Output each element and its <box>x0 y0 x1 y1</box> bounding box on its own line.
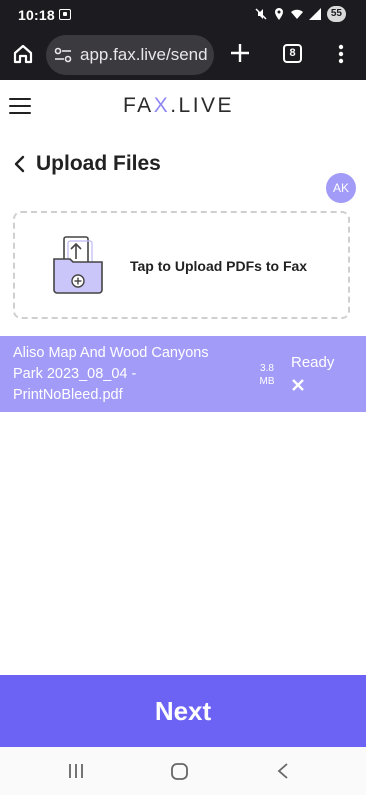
tab-switcher-icon[interactable]: 8 <box>283 44 302 63</box>
address-bar[interactable]: app.fax.live/send <box>46 35 214 75</box>
upload-folder-icon <box>53 236 103 294</box>
app-header: FAX.LIVE AK <box>0 80 366 203</box>
file-row: Aliso Map And Wood Canyons Park 2023_08_… <box>0 336 366 412</box>
battery-icon: 55 <box>326 6 346 22</box>
upload-label: Tap to Upload PDFs to Fax <box>130 258 308 274</box>
upload-dropzone[interactable]: Tap to Upload PDFs to Fax <box>13 211 350 319</box>
overflow-menu-icon[interactable] <box>338 44 344 64</box>
file-size: 3.8 MB <box>256 362 278 388</box>
home-button-icon[interactable] <box>170 761 190 781</box>
hamburger-menu-icon[interactable] <box>9 98 31 114</box>
url-text[interactable]: app.fax.live/send <box>80 45 208 65</box>
remove-file-close-icon[interactable] <box>291 378 305 392</box>
file-size-unit: MB <box>259 376 275 387</box>
avatar[interactable]: AK <box>326 173 356 203</box>
fax-live-logo: FAX.LIVE <box>123 94 235 117</box>
recent-apps-icon[interactable] <box>68 761 84 781</box>
status-bar: 10:18 55 <box>0 0 366 30</box>
site-info-icon[interactable] <box>54 47 72 63</box>
signal-icon <box>308 8 321 20</box>
page-title: Upload Files <box>36 152 161 175</box>
mute-icon <box>255 8 267 20</box>
browser-toolbar: app.fax.live/send 8 <box>0 30 366 80</box>
wifi-icon <box>290 9 303 19</box>
next-button[interactable]: Next <box>0 675 366 747</box>
file-name: Aliso Map And Wood Canyons Park 2023_08_… <box>13 345 209 403</box>
new-tab-icon[interactable] <box>229 42 251 64</box>
file-size-value: 3.8 <box>260 363 274 374</box>
page-header: Upload Files <box>12 150 161 178</box>
system-nav-bar <box>0 747 366 795</box>
back-button-icon[interactable] <box>276 761 290 781</box>
home-icon[interactable] <box>12 43 34 65</box>
screenshot-icon <box>59 9 71 20</box>
location-icon <box>274 8 283 20</box>
back-chevron-icon[interactable] <box>12 154 26 174</box>
status-icons: 55 <box>255 6 346 22</box>
file-status: Ready <box>291 354 335 371</box>
status-time: 10:18 <box>18 7 55 23</box>
